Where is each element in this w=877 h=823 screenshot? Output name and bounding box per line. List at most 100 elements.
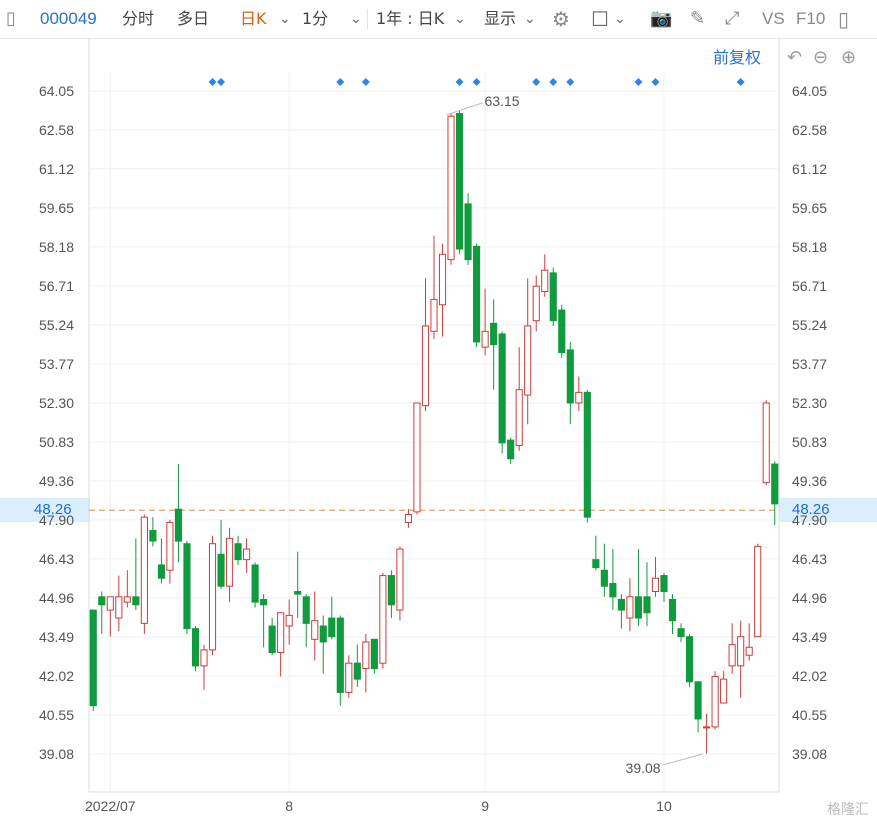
y-tick-label-left: 44.96 xyxy=(39,590,74,606)
candle-down xyxy=(294,591,302,595)
y-tick-label-left: 50.83 xyxy=(39,434,74,450)
candle-down xyxy=(771,463,779,505)
candle-down xyxy=(149,529,157,542)
candle-up xyxy=(651,577,660,593)
candle-up xyxy=(438,253,447,306)
candle-up xyxy=(115,596,123,619)
candle-down xyxy=(353,662,361,680)
candle-down xyxy=(643,596,651,614)
candle-up xyxy=(481,330,489,348)
candle-up xyxy=(532,285,540,322)
annotation-leader xyxy=(662,753,703,766)
candle-up xyxy=(421,325,430,407)
y-tick-label-right: 61.12 xyxy=(792,161,827,177)
candle-down xyxy=(268,625,276,654)
y-tick-label-left: 56.71 xyxy=(39,278,74,294)
x-tick-label: 9 xyxy=(481,798,489,814)
event-marker xyxy=(634,78,643,86)
candle-down xyxy=(217,553,225,587)
candle-down xyxy=(455,113,464,250)
candle-up xyxy=(379,575,387,664)
y-tick-label-left: 40.55 xyxy=(39,707,74,723)
annotation-label: 63.15 xyxy=(485,93,520,109)
candle-up xyxy=(106,596,114,611)
y-tick-label-left: 64.05 xyxy=(39,83,74,99)
candle-up xyxy=(140,516,148,624)
event-marker xyxy=(736,78,745,86)
y-tick-label-right: 62.58 xyxy=(792,122,827,138)
candle-up xyxy=(524,325,532,396)
candle-down xyxy=(174,508,183,542)
y-tick-label-right: 53.77 xyxy=(792,356,827,372)
candle-down xyxy=(549,272,557,322)
y-tick-label-left: 42.02 xyxy=(39,668,74,684)
candle-up xyxy=(166,521,174,571)
candle-down xyxy=(234,543,242,561)
candle-down xyxy=(617,598,625,611)
y-tick-label-right: 52.30 xyxy=(792,395,827,411)
y-tick-label-right: 49.36 xyxy=(792,473,827,489)
y-tick-label-right: 43.49 xyxy=(792,629,827,645)
candle-up xyxy=(430,298,438,332)
candle-down xyxy=(685,636,694,683)
candle-down xyxy=(668,598,677,622)
annotation-leader xyxy=(446,102,483,116)
candle-down xyxy=(191,628,200,667)
candle-down xyxy=(592,559,600,569)
candle-up xyxy=(515,389,523,446)
candle-up xyxy=(277,612,285,654)
candle-up xyxy=(541,269,549,292)
candle-down xyxy=(132,596,140,606)
event-marker xyxy=(208,78,217,86)
event-marker xyxy=(472,78,481,86)
y-tick-label-left: 43.49 xyxy=(39,629,74,645)
candle-down xyxy=(694,681,702,720)
y-tick-label-right: 56.71 xyxy=(792,278,827,294)
y-tick-label-right: 58.18 xyxy=(792,239,827,255)
candle-up xyxy=(243,548,251,561)
candle-down xyxy=(498,333,506,444)
candle-up xyxy=(703,726,711,729)
event-marker xyxy=(532,78,541,86)
candle-down xyxy=(660,575,668,593)
candle-down xyxy=(302,596,310,624)
candle-down xyxy=(490,322,498,346)
y-tick-label-right: 40.55 xyxy=(792,707,827,723)
candle-up xyxy=(626,596,634,619)
candle-up xyxy=(728,644,736,667)
candle-down xyxy=(558,309,566,354)
candle-down xyxy=(634,596,643,619)
event-marker xyxy=(455,78,464,86)
candle-down xyxy=(507,439,515,460)
candlestick-chart[interactable]: 64.05 64.05 62.58 62.58 61.12 61.12 59.65 59.65… xyxy=(0,0,877,823)
y-tick-label-left: 61.12 xyxy=(39,161,74,177)
candle-down xyxy=(183,543,191,630)
x-tick-label: 2022/07 xyxy=(85,798,136,814)
event-marker xyxy=(651,78,660,86)
y-tick-label-right: 64.05 xyxy=(792,83,827,99)
candle-up xyxy=(345,662,353,693)
candle-up xyxy=(362,641,370,670)
candle-down xyxy=(609,583,617,598)
candle-up xyxy=(447,115,455,261)
y-tick-label-left: 55.24 xyxy=(39,317,74,333)
candle-down xyxy=(464,203,472,261)
candle-up xyxy=(123,596,131,603)
candle-down xyxy=(566,349,574,404)
candle-down xyxy=(336,617,344,693)
candle-up xyxy=(404,514,413,523)
y-tick-label-right: 42.02 xyxy=(792,668,827,684)
y-tick-label-right: 44.96 xyxy=(792,590,827,606)
candle-down xyxy=(89,609,97,707)
watermark-logo: 格隆汇 xyxy=(827,801,869,817)
candle-down xyxy=(600,569,608,587)
y-tick-label-right: 39.08 xyxy=(792,746,827,762)
y-tick-label-left: 46.43 xyxy=(39,551,74,567)
annotation-label: 39.08 xyxy=(626,760,661,776)
y-tick-label-left: 58.18 xyxy=(39,239,74,255)
y-tick-label-right: 46.43 xyxy=(792,551,827,567)
candle-down xyxy=(387,575,395,606)
y-tick-label-left: 49.36 xyxy=(39,473,74,489)
event-marker xyxy=(336,78,345,86)
y-tick-label-left: 53.77 xyxy=(39,356,74,372)
